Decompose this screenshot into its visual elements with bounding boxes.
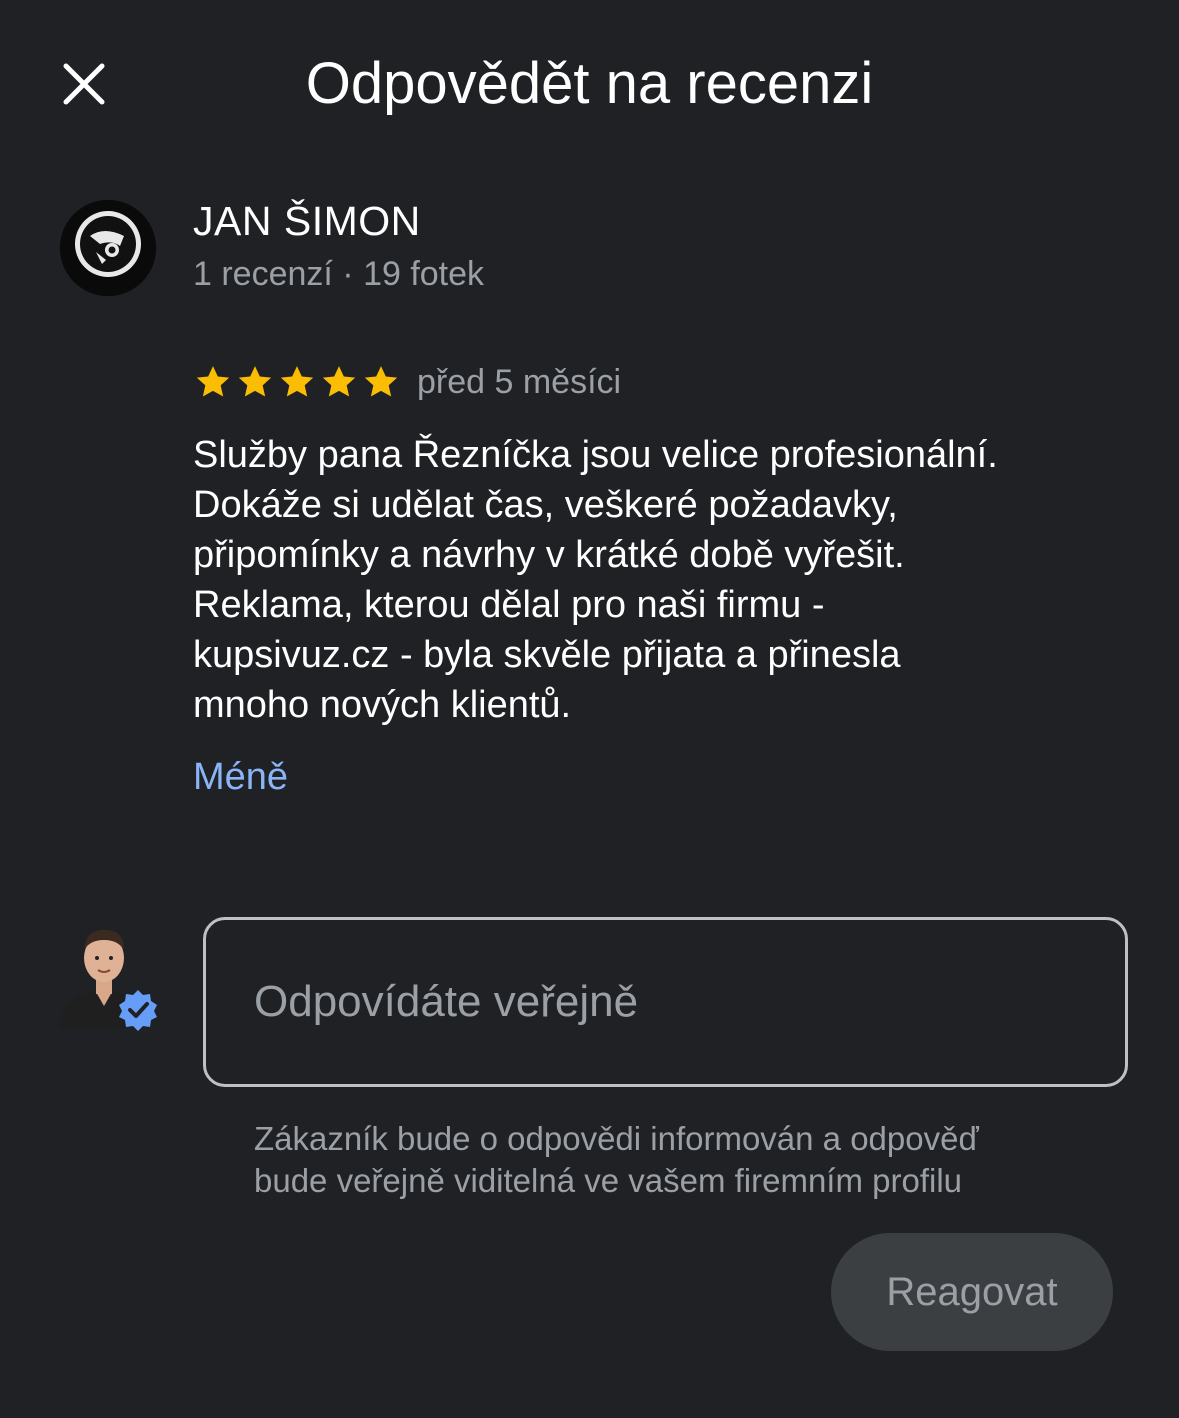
review-text-line: kupsivuz.cz - byla skvěle přijata a přin… — [193, 634, 901, 676]
star-icon — [280, 366, 314, 397]
verified-badge-icon — [119, 990, 157, 1031]
submit-reply-button[interactable]: Reagovat — [831, 1233, 1113, 1351]
review-text-line: Služby pana Řezníčka jsou velice profesi… — [193, 434, 998, 476]
review-text-line: připomínky a návrhy v krátké době vyřeši… — [193, 534, 905, 576]
reply-input[interactable] — [206, 920, 1125, 1084]
show-less-link[interactable]: Méně — [193, 756, 288, 799]
star-icon — [196, 366, 230, 397]
review-text: Služby pana Řezníčka jsou velice profesi… — [193, 430, 1153, 730]
reviewer-avatar[interactable] — [60, 200, 156, 296]
page-title: Odpovědět na recenzi — [305, 51, 874, 116]
reply-field-container — [203, 917, 1128, 1087]
reviewer-name[interactable]: JAN ŠIMON — [193, 198, 421, 245]
brand-logo-icon — [60, 200, 156, 296]
review-text-line: Reklama, kterou dělal pro naši firmu - — [193, 584, 825, 626]
star-icon — [322, 366, 356, 397]
star-icon — [238, 366, 272, 397]
reply-hint-line: bude veřejně viditelná ve vašem firemním… — [254, 1162, 963, 1199]
reply-hint: Zákazník bude o odpovědi informován a od… — [254, 1118, 1154, 1202]
owner-avatar — [56, 920, 160, 1032]
review-date: před 5 měsíci — [417, 362, 622, 401]
reviewer-meta: 1 recenzí · 19 fotek — [193, 255, 485, 293]
star-rating — [193, 362, 401, 402]
review-text-line: Dokáže si udělat čas, veškeré požadavky, — [193, 484, 898, 526]
rating-row: před 5 měsíci — [193, 360, 621, 404]
star-icon — [364, 366, 398, 397]
review-text-line: mnoho nových klientů. — [193, 684, 572, 726]
reply-hint-line: Zákazník bude o odpovědi informován a od… — [254, 1120, 979, 1157]
